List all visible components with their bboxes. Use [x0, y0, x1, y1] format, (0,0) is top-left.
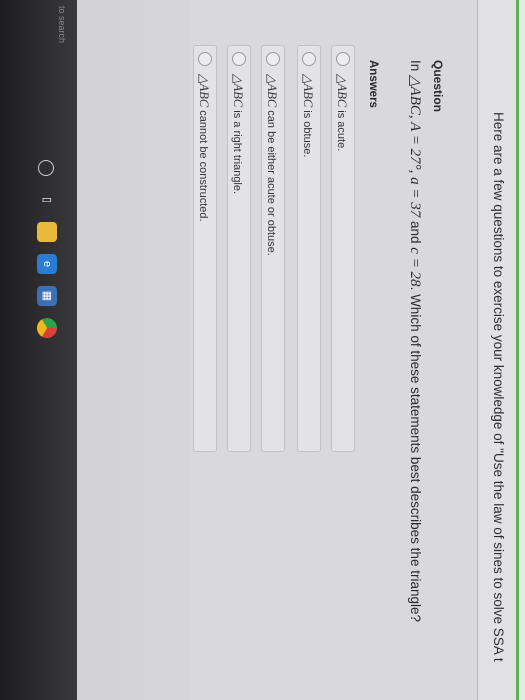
answer-option[interactable]: △ABC cannot be constructed. [193, 45, 217, 452]
screen: Here are a few questions to exercise you… [0, 0, 525, 700]
answer-option[interactable]: △ABC is a right triangle. [227, 45, 251, 452]
header-intro-text: Here are a few questions to exercise you… [491, 112, 506, 662]
answer-label: △ABC is a right triangle. [230, 74, 246, 194]
answer-option[interactable]: △ABC is acute. [331, 45, 355, 452]
question-text: In △ABC, A = 27°, a = 37 and c = 28. Whi… [406, 60, 425, 622]
answer-math: △ABC [265, 74, 279, 108]
answer-text: is obtuse. [301, 107, 313, 158]
radio-button[interactable] [198, 52, 212, 66]
cortana-icon[interactable] [38, 160, 54, 176]
question-triangle-math: △ABC, A = 27°, a = 37 [407, 75, 423, 218]
answer-label: △ABC is obtuse. [300, 74, 316, 157]
task-view-icon[interactable]: ▯ [37, 190, 57, 210]
question-heading: Question [431, 60, 445, 113]
store-icon[interactable]: ▦ [37, 286, 57, 306]
answer-math: △ABC [335, 74, 349, 108]
question-c-math: c = 28 [407, 247, 423, 287]
radio-button[interactable] [302, 52, 316, 66]
quiz-header: Here are a few questions to exercise you… [477, 0, 519, 700]
answer-label: △ABC cannot be constructed. [196, 74, 212, 222]
answer-math: △ABC [231, 74, 245, 108]
answer-option[interactable]: △ABC can be either acute or obtuse. [261, 45, 285, 452]
chrome-icon[interactable] [37, 318, 57, 338]
answer-math: △ABC [301, 74, 315, 108]
answer-text: can be either acute or obtuse. [265, 107, 277, 256]
radio-button[interactable] [232, 52, 246, 66]
edge-icon[interactable]: e [37, 254, 57, 274]
file-explorer-icon[interactable] [37, 222, 57, 242]
answer-math: △ABC [197, 74, 211, 108]
answer-text: cannot be constructed. [197, 107, 209, 222]
answer-option[interactable]: △ABC is obtuse. [297, 45, 321, 452]
question-prefix: In [408, 60, 423, 76]
radio-button[interactable] [336, 52, 350, 66]
answers-heading: Answers [367, 60, 379, 108]
answer-text: is acute. [335, 107, 347, 152]
question-suffix: . Which of these statements best describ… [408, 286, 423, 622]
taskbar-search-text[interactable]: to search [57, 6, 67, 43]
taskbar: to search ▯ e ▦ [0, 0, 77, 700]
answer-label: △ABC is acute. [334, 74, 350, 151]
answer-label: △ABC can be either acute or obtuse. [264, 74, 280, 256]
question-and: and [408, 217, 423, 248]
radio-button[interactable] [266, 52, 280, 66]
answer-text: is a right triangle. [231, 107, 243, 195]
